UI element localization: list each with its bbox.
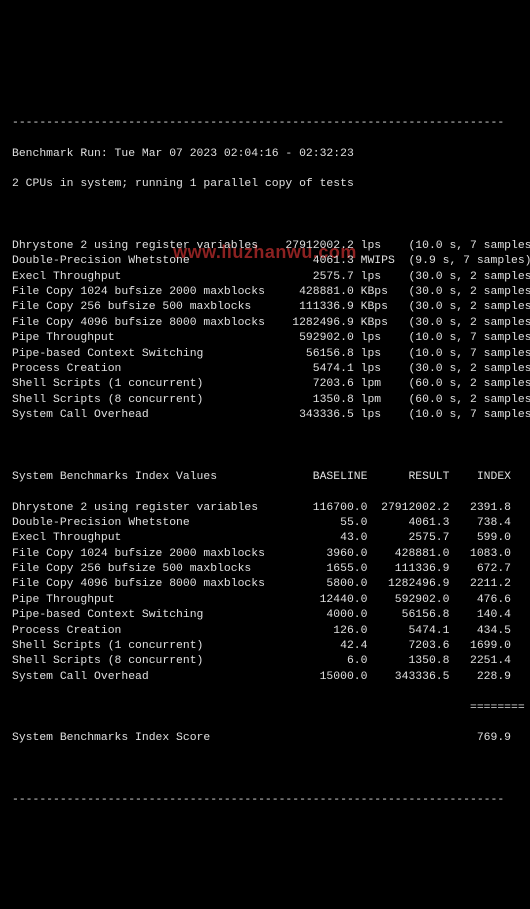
result-row: Pipe-based Context Switching 56156.8 lps… [12, 347, 518, 362]
result-row: Shell Scripts (8 concurrent) 1350.8 lpm … [12, 393, 518, 408]
score-line: System Benchmarks Index Score 769.9 [12, 731, 518, 746]
result-row: File Copy 4096 bufsize 8000 maxblocks 12… [12, 316, 518, 331]
run-header-line2: 2 CPUs in system; running 1 parallel cop… [12, 177, 518, 192]
hr-bottom: ----------------------------------------… [12, 793, 518, 808]
index-row: Pipe-based Context Switching 4000.0 5615… [12, 608, 518, 623]
result-row: Process Creation 5474.1 lps (30.0 s, 2 s… [12, 362, 518, 377]
index-row: File Copy 256 bufsize 500 maxblocks 1655… [12, 562, 518, 577]
result-row: System Call Overhead 343336.5 lps (10.0 … [12, 408, 518, 423]
run-header-line1: Benchmark Run: Tue Mar 07 2023 02:04:16 … [12, 147, 518, 162]
index-row: File Copy 1024 bufsize 2000 maxblocks 39… [12, 547, 518, 562]
result-row: Dhrystone 2 using register variables 279… [12, 239, 518, 254]
blank-line [12, 439, 518, 454]
score-rule: ======== [12, 701, 518, 716]
result-row: Shell Scripts (1 concurrent) 7203.6 lpm … [12, 377, 518, 392]
index-row: Process Creation 126.0 5474.1 434.5 [12, 624, 518, 639]
raw-results-block: Dhrystone 2 using register variables 279… [12, 239, 518, 424]
result-row: File Copy 1024 bufsize 2000 maxblocks 42… [12, 285, 518, 300]
result-row: Execl Throughput 2575.7 lps (30.0 s, 2 s… [12, 270, 518, 285]
index-row: File Copy 4096 bufsize 8000 maxblocks 58… [12, 577, 518, 592]
index-row: System Call Overhead 15000.0 343336.5 22… [12, 670, 518, 685]
result-row: Double-Precision Whetstone 4061.3 MWIPS … [12, 254, 518, 269]
index-row: Pipe Throughput 12440.0 592902.0 476.6 [12, 593, 518, 608]
blank-line [12, 762, 518, 777]
index-row: Dhrystone 2 using register variables 116… [12, 501, 518, 516]
index-results-block: Dhrystone 2 using register variables 116… [12, 501, 518, 686]
index-row: Execl Throughput 43.0 2575.7 599.0 [12, 531, 518, 546]
blank-line [12, 208, 518, 223]
index-row: Shell Scripts (1 concurrent) 42.4 7203.6… [12, 639, 518, 654]
result-row: Pipe Throughput 592902.0 lps (10.0 s, 7 … [12, 331, 518, 346]
terminal-output: ----------------------------------------… [12, 100, 518, 823]
result-row: File Copy 256 bufsize 500 maxblocks 1113… [12, 300, 518, 315]
index-row: Shell Scripts (8 concurrent) 6.0 1350.8 … [12, 654, 518, 669]
index-header-row: System Benchmarks Index Values BASELINE … [12, 470, 518, 485]
index-row: Double-Precision Whetstone 55.0 4061.3 7… [12, 516, 518, 531]
hr-top: ----------------------------------------… [12, 116, 518, 131]
